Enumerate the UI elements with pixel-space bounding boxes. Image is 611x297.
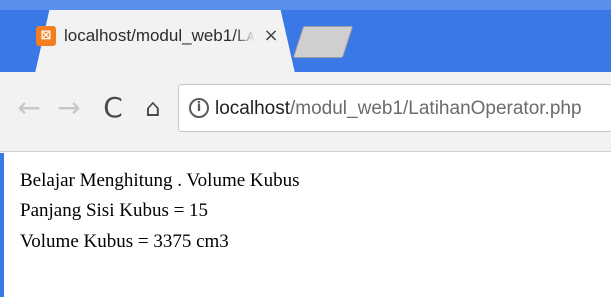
new-tab-button[interactable] (292, 26, 354, 58)
tab-title-fade (234, 24, 256, 48)
browser-toolbar: ← → C ⌂ i localhost/modul_web1/LatihanOp… (0, 72, 611, 152)
tab-strip-edge (0, 0, 611, 10)
xampp-icon: ⊠ (36, 26, 56, 46)
address-bar[interactable]: i localhost/modul_web1/LatihanOperator.p… (178, 84, 611, 132)
back-icon[interactable]: ← (12, 88, 46, 128)
info-icon[interactable]: i (189, 98, 209, 118)
tab-close-icon[interactable]: × (262, 24, 280, 48)
home-icon[interactable]: ⌂ (136, 88, 170, 128)
tab-strip: ⊠ localhost/modul_web1/Lᴀ × (0, 0, 611, 72)
url-host: localhost (215, 98, 290, 119)
forward-icon[interactable]: → (52, 88, 86, 128)
browser-window: ⊠ localhost/modul_web1/Lᴀ × ← → C ⌂ i lo… (0, 0, 611, 297)
reload-icon[interactable]: C (96, 88, 130, 128)
tab-title[interactable]: localhost/modul_web1/Lᴀ (64, 24, 254, 48)
page-heading-text: Belajar Menghitung . Volume Kubus (20, 170, 300, 191)
url-path: /modul_web1/LatihanOperator.php (290, 98, 582, 119)
url-text[interactable]: localhost/modul_web1/LatihanOperator.php (215, 96, 611, 122)
side-length-text: Panjang Sisi Kubus = 15 (20, 200, 209, 221)
page-content: Belajar Menghitung . Volume Kubus Panjan… (0, 153, 611, 297)
volume-result-text: Volume Kubus = 3375 cm3 (20, 231, 229, 252)
